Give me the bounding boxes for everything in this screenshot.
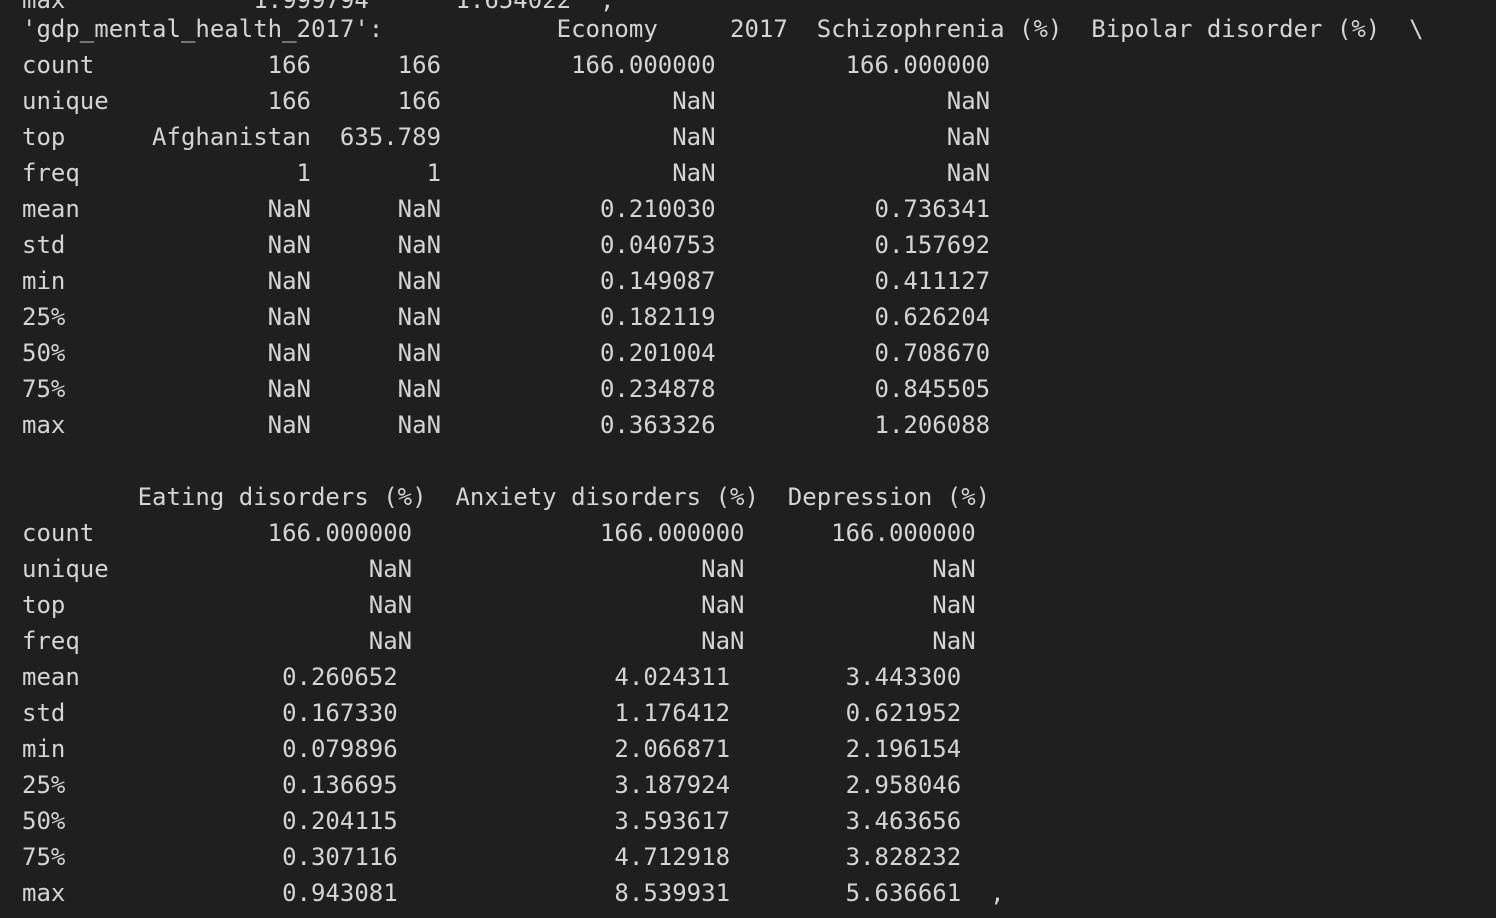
output-line: 25% NaN NaN 0.182119 0.626204 bbox=[22, 303, 991, 331]
output-line: 'gdp_mental_health_2017': Economy 2017 S… bbox=[22, 15, 1424, 43]
output-line: Eating disorders (%) Anxiety disorders (… bbox=[22, 483, 991, 511]
output-line: std NaN NaN 0.040753 0.157692 bbox=[22, 231, 991, 259]
output-line: 75% 0.307116 4.712918 3.828232 bbox=[22, 843, 962, 871]
output-line: top Afghanistan 635.789 NaN NaN bbox=[22, 123, 991, 151]
output-line: unique NaN NaN NaN bbox=[22, 555, 976, 583]
output-line: unique 166 166 NaN NaN bbox=[22, 87, 991, 115]
output-line: freq 1 1 NaN NaN bbox=[22, 159, 991, 187]
output-line: 50% 0.204115 3.593617 3.463656 bbox=[22, 807, 962, 835]
output-line: std 0.167330 1.176412 0.621952 bbox=[22, 699, 962, 727]
output-line: min NaN NaN 0.149087 0.411127 bbox=[22, 267, 991, 295]
output-line: max 0.943081 8.539931 5.636661 , bbox=[22, 879, 1005, 907]
output-line: min 0.079896 2.066871 2.196154 bbox=[22, 735, 962, 763]
output-line: 25% 0.136695 3.187924 2.958046 bbox=[22, 771, 962, 799]
terminal-output: max 1.999794 1.654022 , 'gdp_mental_heal… bbox=[0, 0, 1496, 918]
output-line: count 166.000000 166.000000 166.000000 bbox=[22, 519, 976, 547]
output-line: top NaN NaN NaN bbox=[22, 591, 976, 619]
output-line: mean 0.260652 4.024311 3.443300 bbox=[22, 663, 962, 691]
output-line: 75% NaN NaN 0.234878 0.845505 bbox=[22, 375, 991, 403]
output-line: freq NaN NaN NaN bbox=[22, 627, 976, 655]
output-line: count 166 166 166.000000 166.000000 bbox=[22, 51, 991, 79]
output-line: 50% NaN NaN 0.201004 0.708670 bbox=[22, 339, 991, 367]
output-line: mean NaN NaN 0.210030 0.736341 bbox=[22, 195, 991, 223]
output-line: max NaN NaN 0.363326 1.206088 bbox=[22, 411, 991, 439]
